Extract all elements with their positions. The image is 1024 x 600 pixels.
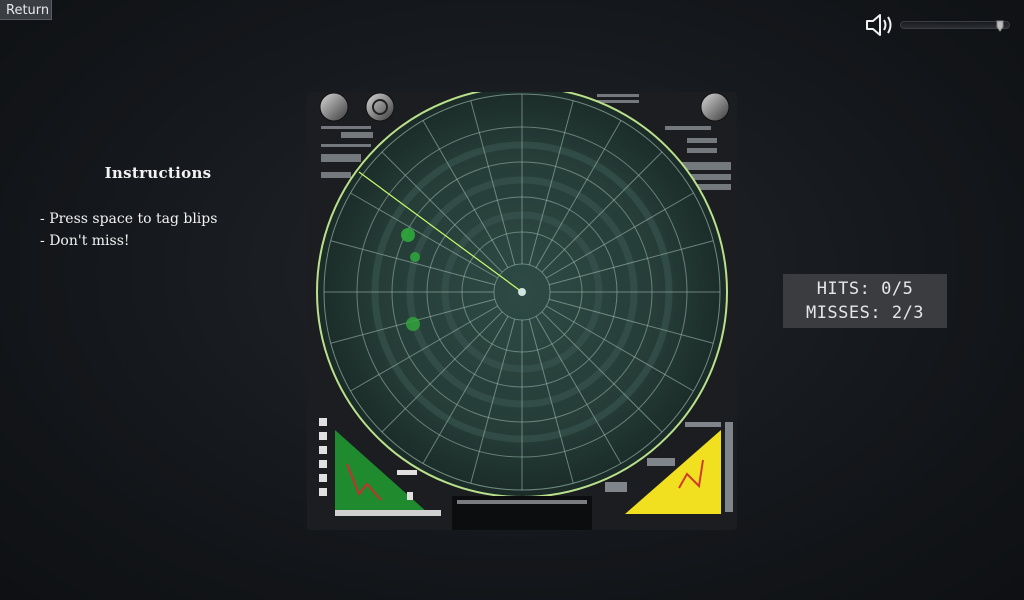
console-knob xyxy=(365,92,395,122)
console-knob xyxy=(700,92,730,122)
volume-slider[interactable] xyxy=(900,20,1010,32)
instructions-panel: Instructions Press space to tag blips Do… xyxy=(40,164,320,252)
radar-blip xyxy=(401,228,415,242)
speaker-icon[interactable] xyxy=(864,12,896,38)
instruction-item: Don't miss! xyxy=(40,230,320,252)
return-button[interactable]: Return xyxy=(0,0,52,20)
misses-counter: MISSES: 2/3 xyxy=(805,303,925,323)
radar-blip xyxy=(406,317,420,331)
instructions-title: Instructions xyxy=(104,164,212,182)
volume-slider-handle[interactable] xyxy=(996,20,1004,32)
hits-counter: HITS: 0/5 xyxy=(816,279,914,299)
radar-console[interactable] xyxy=(307,86,737,530)
radar-center xyxy=(518,288,526,296)
instructions-list: Press space to tag blips Don't miss! xyxy=(40,208,320,252)
instruction-item: Press space to tag blips xyxy=(40,208,320,230)
radar-blip xyxy=(410,252,420,262)
console-knob xyxy=(319,92,349,122)
sound-control xyxy=(864,12,1014,38)
score-panel: HITS: 0/5 MISSES: 2/3 xyxy=(783,274,947,328)
radar-display xyxy=(307,86,737,530)
